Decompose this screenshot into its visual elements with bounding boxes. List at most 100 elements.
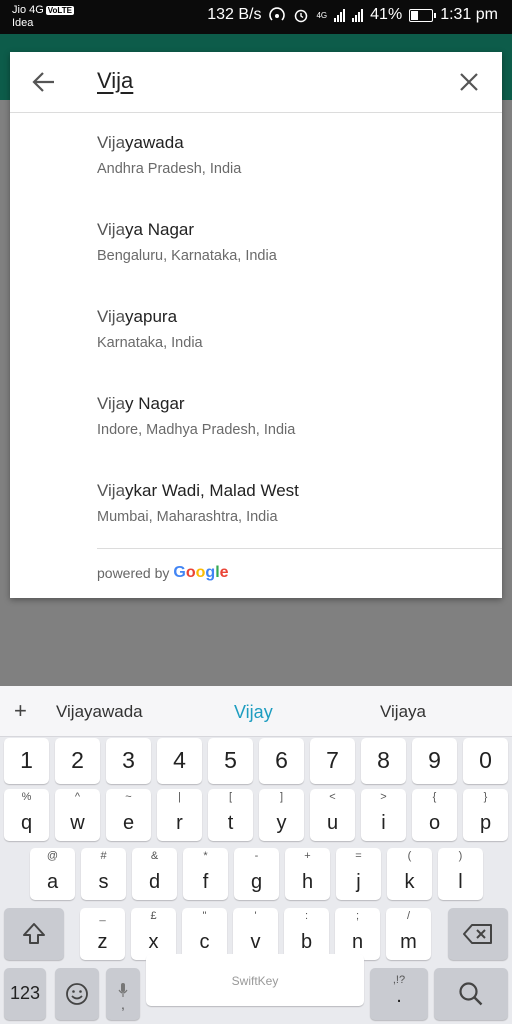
suggestion-right[interactable]: Vijaya	[380, 702, 426, 722]
key-label: 8	[377, 747, 390, 773]
result-item[interactable]: Vijayapura Karnataka, India	[10, 287, 502, 374]
result-subtitle: Andhra Pradesh, India	[97, 161, 242, 177]
key-3[interactable]: 3	[106, 738, 151, 784]
signal-icon-2	[352, 8, 364, 22]
suggestion-left[interactable]: Vijayawada	[56, 702, 143, 722]
key-n[interactable]: ; n	[335, 908, 380, 960]
result-item[interactable]: Vijaya Nagar Bengaluru, Karnataka, India	[10, 200, 502, 287]
key-e[interactable]: ~ e	[106, 789, 151, 841]
key-o[interactable]: {o	[412, 789, 457, 841]
result-item[interactable]: Vijay Nagar Indore, Madhya Pradesh, Indi…	[10, 374, 502, 461]
mic-key[interactable]: ,	[106, 968, 140, 1020]
key-alt-label: >	[380, 791, 387, 803]
key-label: f	[202, 871, 209, 893]
key-label: 1	[20, 747, 33, 773]
key-r[interactable]: | r	[157, 789, 202, 841]
emoji-key[interactable]	[55, 968, 99, 1020]
key-x[interactable]: £ x	[131, 908, 176, 960]
clock: 1:31 pm	[440, 6, 498, 23]
shift-icon	[23, 923, 45, 944]
symbols-key[interactable]: 123	[4, 968, 46, 1020]
key-h[interactable]: + h	[285, 848, 330, 900]
period-key[interactable]: ,!? .	[370, 968, 428, 1020]
result-item[interactable]: Vijaykar Wadi, Malad West Mumbai, Mahara…	[10, 461, 502, 548]
key-z[interactable]: _ z	[80, 908, 125, 960]
key-alt-label: |	[178, 791, 181, 803]
key-label: r	[176, 812, 183, 834]
key-t[interactable]: [t	[208, 789, 253, 841]
key-i[interactable]: > i	[361, 789, 406, 841]
result-match: Vija	[97, 133, 126, 152]
key-alt-label: _	[99, 910, 106, 922]
place-search-card: Vija Vijayawada Andhra Pradesh, India Vi…	[10, 52, 502, 598]
result-subtitle: Bengaluru, Karnataka, India	[97, 248, 277, 264]
key-4[interactable]: 4	[157, 738, 202, 784]
result-title: Vijayapura	[97, 307, 177, 327]
key-label: w	[70, 812, 85, 834]
key-k[interactable]: (k	[387, 848, 432, 900]
key-d[interactable]: & d	[132, 848, 177, 900]
toolbar-expand-button[interactable]: +	[14, 698, 27, 724]
key-l[interactable]: ) l	[438, 848, 483, 900]
key-9[interactable]: 9	[412, 738, 457, 784]
key-a[interactable]: @ a	[30, 848, 75, 900]
key-f[interactable]: * f	[183, 848, 228, 900]
key-j[interactable]: = j	[336, 848, 381, 900]
key-s[interactable]: # s	[81, 848, 126, 900]
key-u[interactable]: < u	[310, 789, 355, 841]
backspace-key[interactable]	[448, 908, 508, 960]
result-item[interactable]: Vijayawada Andhra Pradesh, India	[10, 113, 502, 200]
google-logo: Google	[173, 564, 228, 582]
key-v[interactable]: ' v	[233, 908, 278, 960]
status-bar: Jio 4G VoLTE Idea 132 B/s 4G 41% 1:31 pm	[0, 0, 512, 34]
key-alt-label: '	[254, 910, 257, 922]
key-label: 6	[275, 747, 288, 773]
key-label: 4	[173, 747, 186, 773]
key-p[interactable]: } p	[463, 789, 508, 841]
key-label: j	[356, 871, 361, 893]
key-5[interactable]: 5	[208, 738, 253, 784]
result-match: Vija	[97, 394, 126, 413]
key-q[interactable]: % q	[4, 789, 49, 841]
key-g[interactable]: -g	[234, 848, 279, 900]
key-7[interactable]: 7	[310, 738, 355, 784]
status-indicators: 132 B/s 4G 41% 1:31 pm	[207, 6, 498, 24]
key-alt-label: :	[304, 910, 309, 922]
key-1[interactable]: 1	[4, 738, 49, 784]
key-label: b	[300, 931, 313, 953]
key-alt-label: ;	[355, 910, 360, 922]
key-6[interactable]: 6	[259, 738, 304, 784]
search-input[interactable]: Vija	[97, 68, 133, 94]
key-alt-label: &	[150, 850, 159, 862]
key-w[interactable]: ^ w	[55, 789, 100, 841]
search-key[interactable]	[434, 968, 508, 1020]
key-m[interactable]: / m	[386, 908, 431, 960]
result-match: Vija	[97, 307, 126, 326]
key-b[interactable]: :b	[284, 908, 329, 960]
suggestion-middle[interactable]: Vijay	[234, 702, 273, 723]
result-rest: ykar Wadi, Malad West	[125, 481, 299, 500]
back-button[interactable]	[30, 66, 58, 98]
key-2[interactable]: 2	[55, 738, 100, 784]
result-subtitle: Indore, Madhya Pradesh, India	[97, 422, 296, 438]
key-y[interactable]: ] y	[259, 789, 304, 841]
key-label: z	[97, 931, 108, 953]
search-bar: Vija	[10, 52, 502, 113]
key-c[interactable]: " c	[182, 908, 227, 960]
result-rest: ya Nagar	[125, 220, 195, 239]
key-8[interactable]: 8	[361, 738, 406, 784]
carrier-info: Jio 4G VoLTE Idea	[12, 4, 74, 30]
key-label: c	[199, 931, 210, 953]
powered-by-text: powered by	[97, 565, 170, 581]
key-0[interactable]: 0	[463, 738, 508, 784]
key-alt-label: "	[202, 910, 207, 922]
key-label: q	[20, 812, 33, 834]
space-key[interactable]: SwiftKey	[146, 954, 364, 1006]
key-label: d	[148, 871, 161, 893]
clear-button[interactable]	[456, 68, 482, 96]
backspace-icon	[463, 924, 492, 944]
shift-key[interactable]	[4, 908, 64, 960]
key-alt-label: [	[228, 791, 233, 803]
key-label: s	[98, 871, 109, 893]
key-label: 5	[224, 747, 237, 773]
